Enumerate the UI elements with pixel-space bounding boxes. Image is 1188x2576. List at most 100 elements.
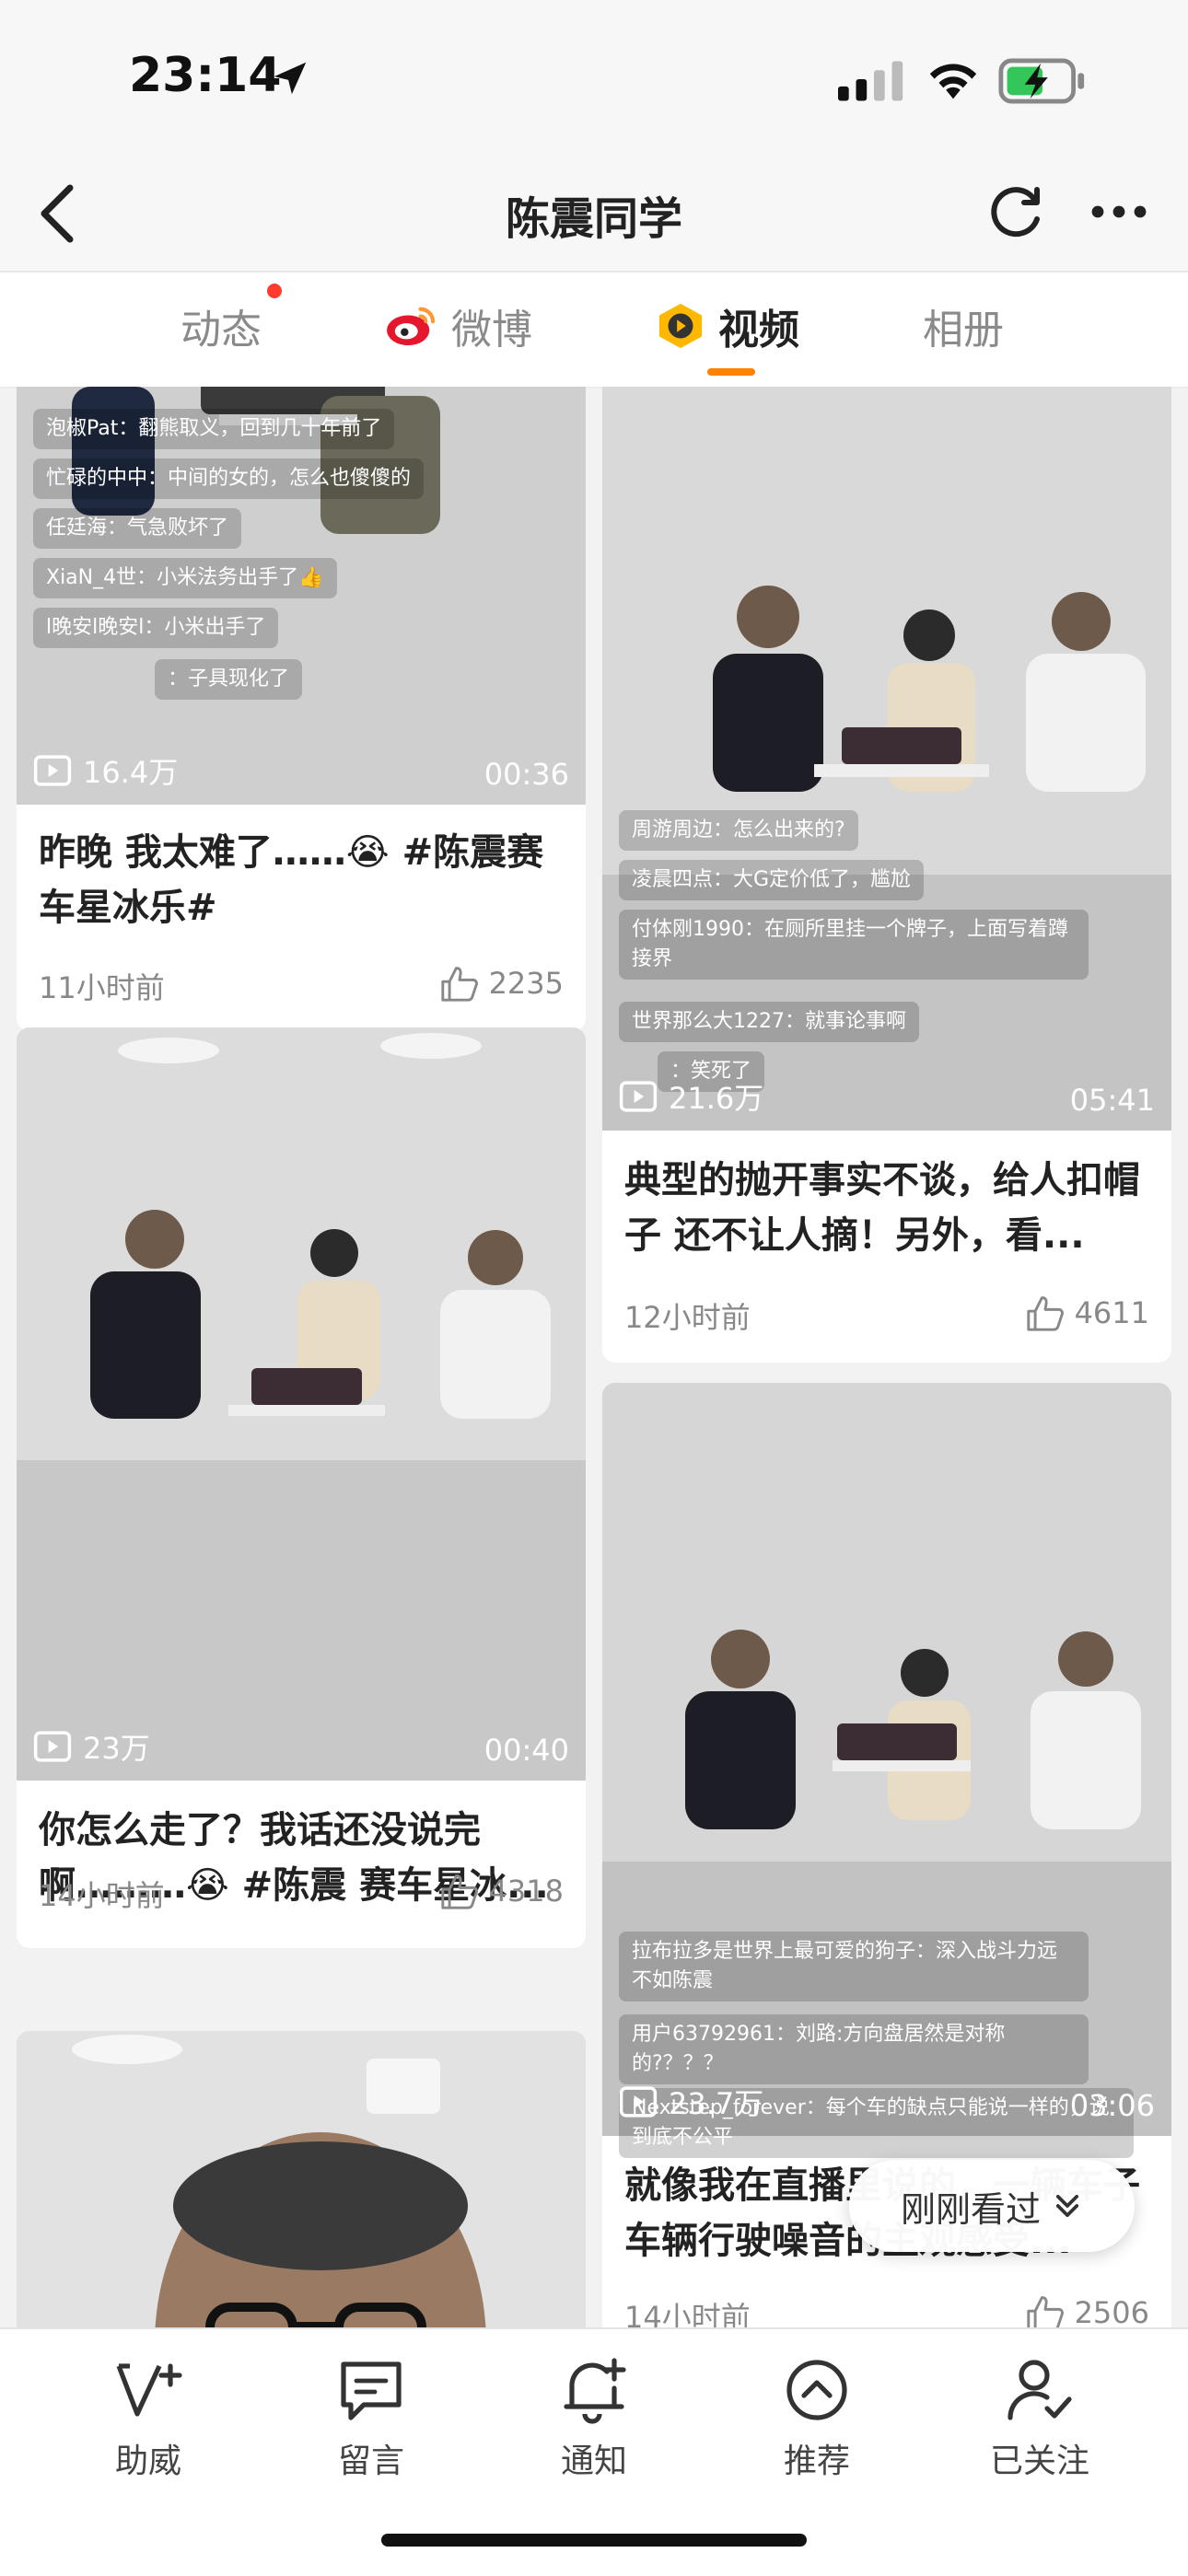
- view-count-text: 23万: [83, 1731, 150, 1766]
- video-duration: 03:06: [1069, 2088, 1155, 2123]
- view-count: 21.6万: [619, 1075, 763, 1118]
- nav-bar: 陈震同学: [0, 157, 1188, 273]
- post-time: 14小时前: [624, 2300, 751, 2327]
- play-icon: [619, 1081, 658, 1112]
- thumbs-up-icon: [1026, 1296, 1064, 1331]
- danmaku-comment: ：子具现化了: [155, 659, 303, 700]
- up-circle-icon: [786, 2360, 847, 2420]
- thumbs-up-icon: [440, 1874, 478, 1909]
- video-duration: 00:40: [483, 1733, 569, 1768]
- active-tab-indicator: [707, 368, 755, 376]
- tab-label: 动态: [181, 307, 262, 354]
- view-count-text: 23.7万: [669, 2086, 764, 2121]
- recommend-button[interactable]: 推荐: [748, 2355, 886, 2482]
- video-thumbnail[interactable]: 拉布拉多是世界上最可爱的狗子：深入战斗力远不如陈震 用户63792961：刘路:…: [602, 1383, 1171, 2158]
- danmaku-comment: 泡椒Pat：翻熊取义，回到几十年前了: [33, 409, 395, 449]
- post-time: 12小时前: [624, 1300, 751, 1335]
- video-duration: 05:41: [1069, 1083, 1155, 1118]
- video-card[interactable]: 周游周边：怎么出来的? 凌晨四点：大G定价低了，尴尬 付体刚1990：在厕所里挂…: [602, 387, 1171, 1363]
- post-time: 11小时前: [39, 970, 165, 1005]
- like-button[interactable]: 4611: [1025, 1294, 1149, 1331]
- recommend-label: 推荐: [783, 2443, 850, 2480]
- signal-icon: [838, 61, 903, 101]
- video-caption[interactable]: 昨晚 我太难了……😭 #陈震赛车星冰乐#: [39, 825, 564, 935]
- view-count-text: 16.4万: [83, 755, 179, 790]
- like-count: 2235: [488, 966, 564, 1001]
- v-plus-icon: [116, 2363, 182, 2417]
- card-meta: 12小时前 4611: [624, 1294, 1149, 1337]
- view-count: 23万: [33, 1725, 150, 1768]
- video-scene-image: [17, 1027, 586, 1781]
- card-meta: 14小时前 4318: [39, 1873, 564, 1915]
- video-card[interactable]: [17, 2031, 586, 2327]
- danmaku-comment: 世界那么大1227：就事论事啊: [619, 1002, 919, 1042]
- tab-label: 微博: [451, 307, 532, 354]
- just-watched-label: 刚刚看过: [900, 2188, 1041, 2230]
- user-check-icon: [1007, 2360, 1072, 2420]
- danmaku-comment: 付体刚1990：在厕所里挂一个牌子，上面写着蹲接界: [619, 910, 1089, 980]
- like-button[interactable]: 2235: [439, 965, 564, 1002]
- danmaku-comment: 用户63792961：刘路:方向盘居然是对称的?？？？: [619, 2014, 1089, 2084]
- unread-dot: [267, 284, 282, 298]
- more-dots-icon[interactable]: [1087, 184, 1151, 239]
- video-card[interactable]: 23万 00:40 你怎么走了？我话还没说完啊………😭 #陈震 赛车星冰... …: [17, 1027, 586, 1948]
- video-feed[interactable]: 泡椒Pat：翻熊取义，回到几十年前了 忙碌的中中：中间的女的，怎么也傻傻的 任廷…: [0, 387, 1188, 2327]
- cheer-button[interactable]: 助威: [79, 2355, 217, 2482]
- like-button[interactable]: 4318: [439, 1873, 564, 1909]
- tab-label: 视频: [718, 307, 799, 354]
- tab-weibo[interactable]: 微博: [385, 296, 532, 355]
- view-count: 16.4万: [33, 749, 178, 792]
- video-caption[interactable]: 典型的抛开事实不谈，给人扣帽子 还不让人摘！另外，看...: [624, 1153, 1149, 1263]
- wifi-icon: [929, 64, 977, 99]
- like-count: 4318: [488, 1874, 564, 1909]
- message-label: 留言: [337, 2443, 404, 2480]
- view-count-text: 21.6万: [669, 1081, 764, 1116]
- message-button[interactable]: 留言: [302, 2355, 440, 2482]
- post-time: 14小时前: [39, 1878, 165, 1913]
- danmaku-comment: 拉布拉多是世界上最可爱的狗子：深入战斗力远不如陈震: [619, 1932, 1089, 2002]
- notify-label: 通知: [560, 2443, 627, 2480]
- refresh-icon[interactable]: [982, 179, 1048, 245]
- weibo-logo-icon: [387, 307, 436, 346]
- double-chevron-down-icon: [1055, 2194, 1079, 2218]
- video-duration: 00:36: [483, 757, 569, 792]
- danmaku-comment: 忙碌的中中：中间的女的，怎么也傻傻的: [33, 458, 425, 499]
- profile-tabs: 动态 微博 视频 相册: [0, 273, 1188, 389]
- just-watched-button[interactable]: 刚刚看过: [849, 2160, 1135, 2252]
- tab-videos[interactable]: 视频: [656, 296, 799, 355]
- like-count: 4611: [1074, 1295, 1149, 1330]
- video-card[interactable]: 泡椒Pat：翻熊取义，回到几十年前了 忙碌的中中：中间的女的，怎么也傻傻的 任廷…: [17, 387, 586, 1031]
- play-icon: [33, 755, 72, 786]
- battery-charging-icon: [998, 58, 1085, 104]
- like-count: 2506: [1074, 2295, 1149, 2327]
- card-meta: 11小时前 2235: [39, 965, 564, 1007]
- video-thumbnail[interactable]: 周游周边：怎么出来的? 凌晨四点：大G定价低了，尴尬 付体刚1990：在厕所里挂…: [602, 387, 1171, 1131]
- tab-album[interactable]: 相册: [923, 296, 1004, 355]
- danmaku-comment: XiaN_4世：小米法务出手了👍: [33, 558, 337, 598]
- message-icon: [341, 2361, 402, 2420]
- video-tab-icon: [658, 303, 703, 349]
- location-arrow-icon: [274, 62, 307, 95]
- danmaku-comment: 凌晨四点：大G定价低了，尴尬: [619, 860, 925, 900]
- card-meta: 14小时前 2506: [624, 2294, 1149, 2327]
- cheer-label: 助威: [114, 2443, 181, 2480]
- danmaku-comment: l晚安l晚安l：小米出手了: [33, 608, 279, 648]
- home-indicator: [381, 2534, 807, 2547]
- video-thumbnail[interactable]: [17, 2031, 586, 2327]
- notify-button[interactable]: 通知: [525, 2355, 663, 2482]
- thumbs-up-icon: [1026, 2296, 1064, 2327]
- danmaku-comment: 任廷海：气急败坏了: [33, 508, 242, 549]
- tab-feed[interactable]: 动态: [181, 296, 262, 355]
- video-scene-image: [17, 2031, 586, 2327]
- status-bar: 23:14: [0, 0, 1188, 157]
- following-button[interactable]: 已关注: [971, 2355, 1109, 2482]
- video-thumbnail[interactable]: 泡椒Pat：翻熊取义，回到几十年前了 忙碌的中中：中间的女的，怎么也傻傻的 任廷…: [17, 387, 586, 805]
- video-thumbnail[interactable]: 23万 00:40: [17, 1027, 586, 1781]
- view-count: 23.7万: [619, 2081, 763, 2123]
- play-icon: [33, 1731, 72, 1762]
- danmaku-comment: 周游周边：怎么出来的?: [619, 810, 858, 851]
- tab-label: 相册: [923, 307, 1004, 354]
- like-button[interactable]: 2506: [1025, 2294, 1149, 2327]
- thumbs-up-icon: [440, 967, 478, 1002]
- following-label: 已关注: [989, 2443, 1089, 2480]
